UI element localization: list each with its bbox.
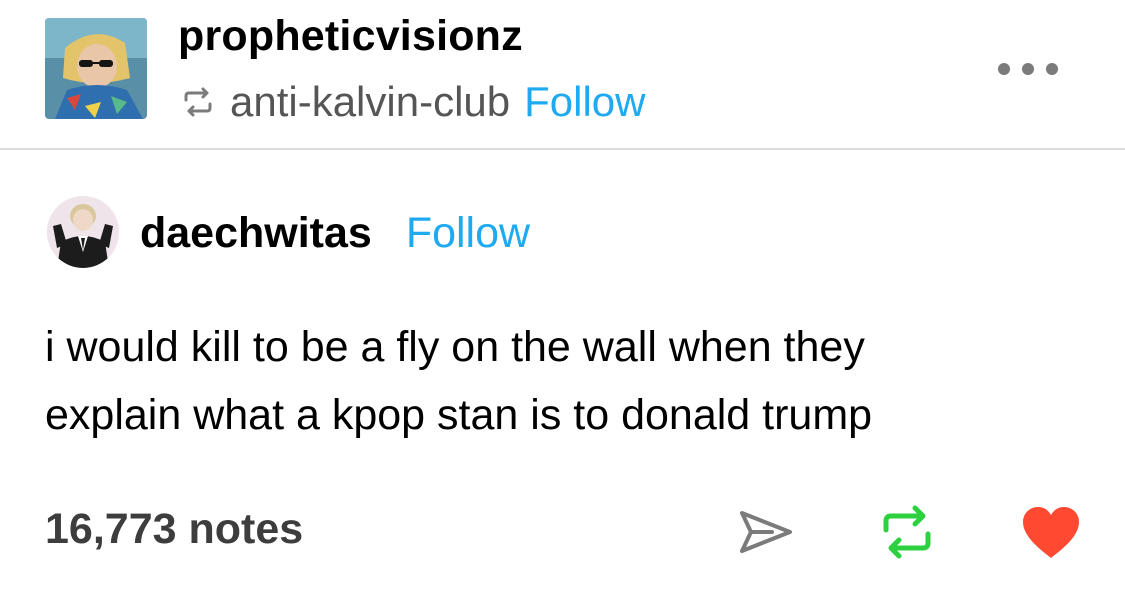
share-icon xyxy=(740,511,792,553)
original-author-row: daechwitas Follow xyxy=(140,204,530,262)
original-author-username[interactable]: daechwitas xyxy=(140,209,372,258)
reblog-button[interactable] xyxy=(878,504,936,560)
poster-avatar[interactable] xyxy=(45,18,147,119)
post-body-line: i would kill to be a fly on the wall whe… xyxy=(45,323,865,371)
post-body-line: explain what a kpop stan is to donald tr… xyxy=(45,391,873,439)
post-header: propheticvisionz anti-kalvin-club Follow xyxy=(0,0,1125,148)
header-divider xyxy=(0,148,1125,150)
original-author-avatar[interactable] xyxy=(47,196,119,268)
more-horizontal-icon-dot xyxy=(998,63,1010,75)
reblog-icon xyxy=(883,505,931,559)
follow-reblog-source-button[interactable]: Follow xyxy=(524,78,645,126)
like-button[interactable] xyxy=(1020,504,1082,560)
reblog-icon xyxy=(180,86,216,118)
more-options-button[interactable] xyxy=(998,58,1058,80)
more-horizontal-icon-dot xyxy=(1046,63,1058,75)
post-body-text: i would kill to be a fly on the wall whe… xyxy=(45,313,1085,449)
poster-username[interactable]: propheticvisionz xyxy=(178,12,523,61)
follow-original-author-button[interactable]: Follow xyxy=(406,209,530,258)
share-button[interactable] xyxy=(738,508,794,556)
reblog-attribution: anti-kalvin-club Follow xyxy=(180,76,646,128)
poster-avatar-image xyxy=(45,18,147,119)
more-horizontal-icon-dot xyxy=(1022,63,1034,75)
heart-icon xyxy=(1023,507,1079,558)
notes-count[interactable]: 16,773 notes xyxy=(45,505,303,554)
original-author-avatar-image xyxy=(47,196,119,268)
reblog-source-username[interactable]: anti-kalvin-club xyxy=(230,78,510,126)
